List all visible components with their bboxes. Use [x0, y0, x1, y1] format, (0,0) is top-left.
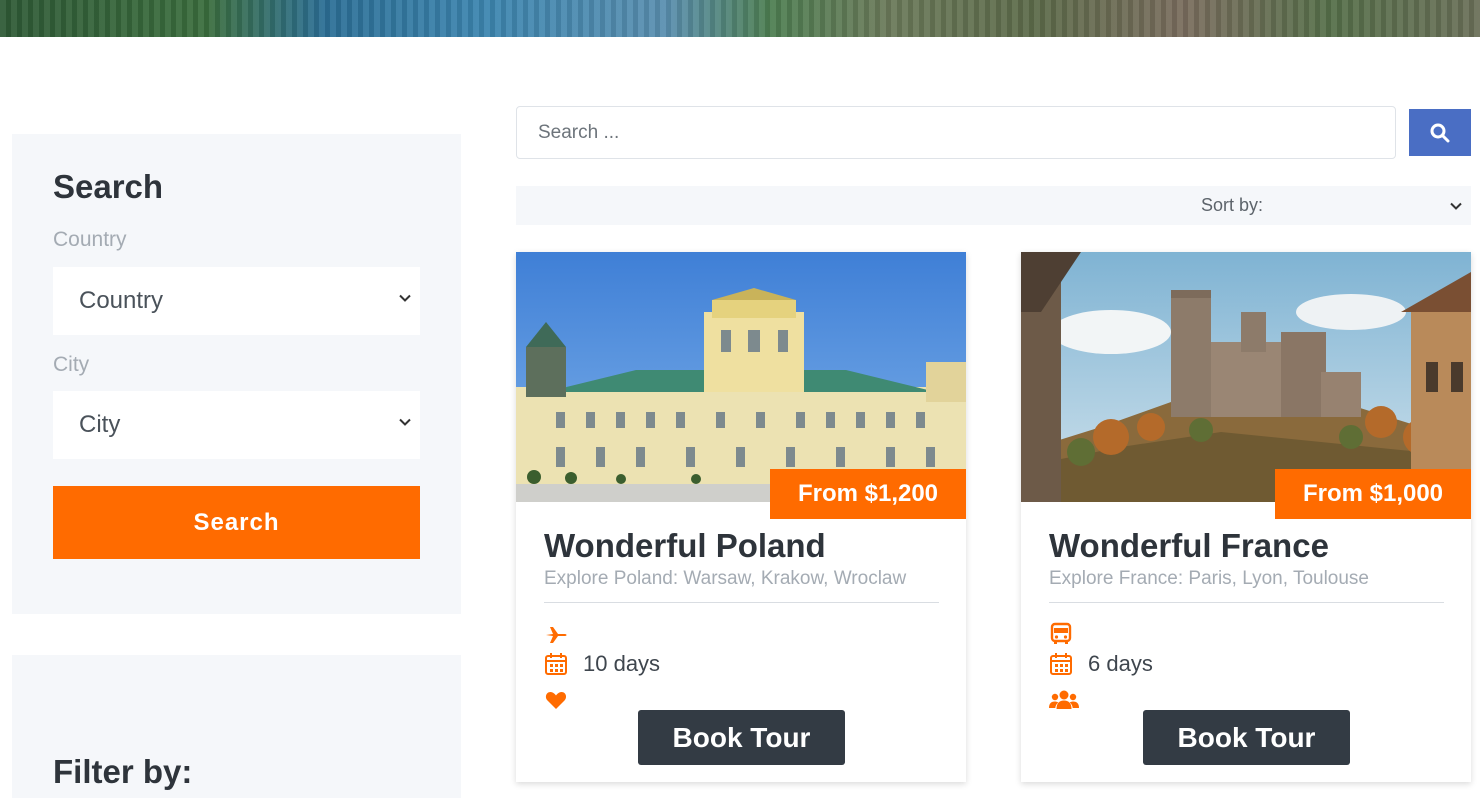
- tour-duration: 6 days: [1088, 651, 1153, 676]
- bus-icon: [1050, 622, 1072, 644]
- sort-select[interactable]: Sort by:: [516, 186, 1471, 225]
- tour-image-france[interactable]: [1021, 252, 1471, 502]
- heart-icon: [545, 692, 567, 709]
- country-select[interactable]: Country: [53, 267, 420, 335]
- tour-card-france[interactable]: From $1,000 Wonderful France Explore Fra…: [1021, 252, 1471, 782]
- book-tour-button[interactable]: Book Tour: [638, 710, 845, 765]
- city-select-value: City: [79, 411, 121, 438]
- tour-search-field: [516, 106, 1396, 159]
- hero-banner-image: [0, 0, 1480, 37]
- divider: [544, 602, 939, 603]
- divider: [1049, 602, 1444, 603]
- search-icon: [1430, 123, 1450, 142]
- country-label: Country: [53, 228, 127, 251]
- tour-subtitle: Explore France: Paris, Lyon, Toulouse: [1049, 568, 1370, 589]
- price-tag: From $1,200: [770, 469, 966, 519]
- sort-label: Sort by:: [1201, 195, 1264, 215]
- book-tour-button[interactable]: Book Tour: [1143, 710, 1350, 765]
- price-tag: From $1,000: [1275, 469, 1471, 519]
- tour-image-poland[interactable]: [516, 252, 966, 502]
- tour-search-input[interactable]: [517, 107, 1395, 158]
- tour-card-poland[interactable]: From $1,200 Wonderful Poland Explore Pol…: [516, 252, 966, 782]
- calendar-icon: [545, 653, 567, 675]
- tour-title[interactable]: Wonderful Poland: [544, 527, 826, 565]
- city-label: City: [53, 353, 90, 376]
- chevron-down-icon: [399, 418, 411, 426]
- chevron-down-icon: [399, 294, 411, 302]
- search-button[interactable]: Search: [53, 486, 420, 559]
- chevron-down-icon: [1450, 202, 1462, 210]
- search-panel-title: Search: [53, 168, 164, 205]
- plane-icon: [546, 627, 567, 643]
- tour-subtitle: Explore Poland: Warsaw, Krakow, Wroclaw: [544, 568, 907, 589]
- search-panel: Search Country Country City City Search: [12, 134, 461, 614]
- city-select[interactable]: City: [53, 391, 420, 459]
- calendar-icon: [1050, 653, 1072, 675]
- filter-title: Filter by:: [53, 753, 193, 790]
- users-icon: [1049, 690, 1079, 709]
- tour-duration: 10 days: [583, 651, 661, 676]
- filter-panel: Filter by:: [12, 655, 461, 798]
- tour-title[interactable]: Wonderful France: [1049, 527, 1329, 565]
- tour-search-button[interactable]: [1409, 109, 1471, 156]
- country-select-value: Country: [79, 287, 164, 314]
